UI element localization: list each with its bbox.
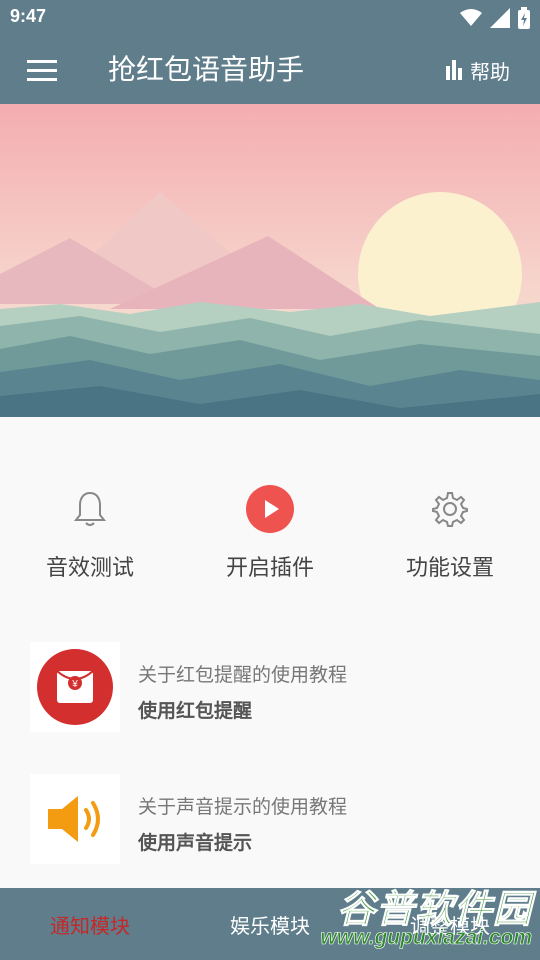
- status-icons: [460, 7, 530, 29]
- settings-label: 功能设置: [405, 556, 494, 581]
- tab-notification[interactable]: 通知模块: [0, 888, 180, 960]
- help-button[interactable]: 帮助: [444, 56, 510, 84]
- enable-plugin-label: 开启插件: [225, 556, 314, 581]
- card-subtitle: 关于声音提示的使用教程: [138, 796, 348, 818]
- gear-icon: [432, 492, 468, 527]
- play-icon: [246, 485, 294, 533]
- watermark: 谷普软件园 www.gupuxiazai.com: [296, 876, 540, 960]
- help-label: 帮助: [470, 59, 510, 84]
- sound-tutorial-card[interactable]: 关于声音提示的使用教程 使用声音提示: [30, 774, 510, 866]
- banner-illustration: [0, 104, 540, 417]
- app-bar: 抢红包语音助手 帮助: [0, 36, 540, 104]
- bell-icon: [74, 491, 106, 526]
- card-title: 使用红包提醒: [138, 700, 253, 722]
- menu-icon[interactable]: [22, 56, 62, 84]
- card-thumbnail: [30, 774, 120, 864]
- wifi-icon: [460, 9, 482, 26]
- settings-button[interactable]: 功能设置: [360, 470, 540, 582]
- battery-icon: [518, 7, 530, 29]
- quick-actions: 音效测试 开启插件 功能设置: [0, 470, 540, 600]
- red-envelope-icon: ¥: [37, 649, 113, 725]
- card-subtitle: 关于红包提醒的使用教程: [138, 664, 348, 686]
- card-thumbnail: ¥: [30, 642, 120, 732]
- watermark-title: 谷普软件园: [336, 887, 532, 932]
- speaker-icon: [48, 796, 100, 842]
- bar-chart-icon: [446, 60, 462, 80]
- enable-plugin-button[interactable]: 开启插件: [180, 470, 360, 582]
- signal-icon: [490, 8, 510, 28]
- app-title: 抢红包语音助手: [108, 53, 305, 86]
- status-bar: 9:47: [0, 0, 540, 36]
- card-title: 使用声音提示: [138, 832, 253, 854]
- envelope-yen-glyph: ¥: [71, 679, 78, 690]
- sound-test-button[interactable]: 音效测试: [0, 470, 180, 582]
- status-time: 9:47: [10, 6, 47, 26]
- sound-test-label: 音效测试: [45, 556, 134, 581]
- red-packet-tutorial-card[interactable]: ¥ 关于红包提醒的使用教程 使用红包提醒: [30, 642, 510, 734]
- watermark-url: www.gupuxiazai.com: [320, 926, 532, 950]
